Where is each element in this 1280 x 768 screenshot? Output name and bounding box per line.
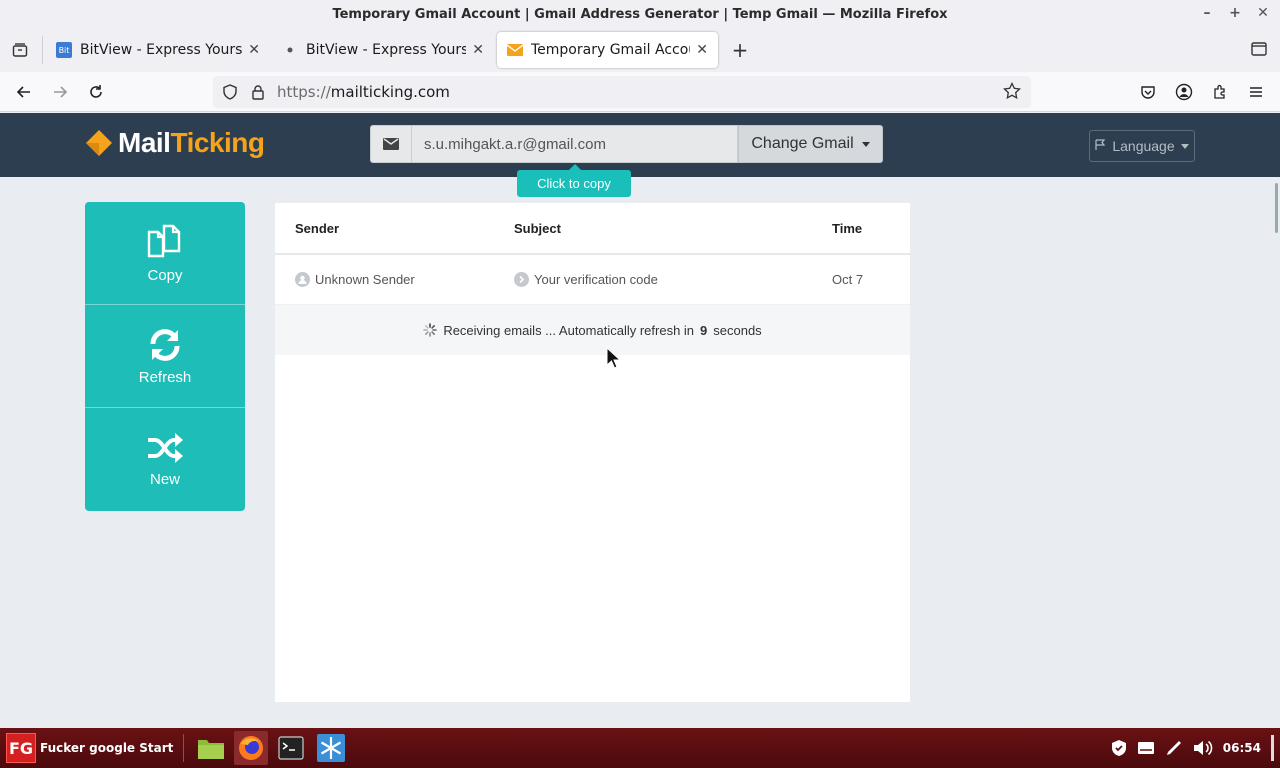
tab-label: Temporary Gmail Accoun bbox=[531, 42, 691, 58]
back-arrow-icon[interactable] bbox=[12, 80, 36, 104]
new-label: New bbox=[149, 471, 180, 488]
extensions-icon[interactable] bbox=[1208, 80, 1232, 104]
refresh-icon bbox=[150, 328, 180, 361]
url-host: mailticking.com bbox=[330, 83, 450, 101]
copy-label: Copy bbox=[147, 266, 183, 284]
shield-tray-icon[interactable] bbox=[1111, 739, 1127, 757]
tab-close-icon[interactable]: ✕ bbox=[248, 42, 260, 58]
column-header-time: Time bbox=[832, 221, 863, 236]
email-subject: Your verification code bbox=[534, 272, 658, 287]
volume-icon[interactable] bbox=[1193, 740, 1213, 756]
forward-arrow-icon[interactable] bbox=[48, 80, 72, 104]
keyboard-tray-icon[interactable] bbox=[1137, 741, 1155, 755]
firefox-icon[interactable] bbox=[234, 731, 269, 765]
tab-label: BitView - Express Yoursel bbox=[306, 42, 467, 58]
refresh-countdown: 9 bbox=[700, 322, 708, 338]
action-sidebar: Copy Refresh New bbox=[85, 202, 245, 511]
maximize-icon[interactable]: + bbox=[1226, 4, 1244, 22]
status-text-suffix: seconds bbox=[713, 322, 762, 338]
url-text[interactable]: https://mailticking.com bbox=[277, 83, 450, 101]
pocket-icon[interactable] bbox=[1136, 80, 1160, 104]
envelope-favicon-icon bbox=[507, 42, 523, 58]
web-page: MailTicking Change Gmail Language Click … bbox=[0, 113, 1280, 728]
flag-icon bbox=[1095, 138, 1106, 154]
chevron-down-icon bbox=[861, 141, 870, 147]
refresh-button[interactable]: Refresh bbox=[85, 305, 245, 408]
user-icon bbox=[295, 272, 310, 287]
chevron-right-icon bbox=[514, 272, 529, 287]
table-header: Sender Subject Time bbox=[275, 203, 910, 255]
start-label: Fucker google Start bbox=[40, 741, 174, 755]
pen-tray-icon[interactable] bbox=[1165, 739, 1183, 757]
account-icon[interactable] bbox=[1172, 80, 1196, 104]
menu-icon[interactable] bbox=[1244, 80, 1268, 104]
click-to-copy-tooltip: Click to copy bbox=[517, 164, 631, 197]
language-dropdown[interactable]: Language bbox=[1089, 130, 1195, 162]
status-text-prefix: Receiving emails ... Automatically refre… bbox=[443, 322, 695, 338]
start-button[interactable]: FG Fucker google Start bbox=[6, 733, 173, 763]
lock-icon[interactable] bbox=[249, 83, 267, 101]
taskbar: FG Fucker google Start 06:54 bbox=[0, 728, 1280, 768]
table-row[interactable]: Unknown Sender Your verification code Oc… bbox=[275, 255, 910, 305]
bitview-favicon-icon: Bit bbox=[56, 42, 72, 58]
window-titlebar: Temporary Gmail Account | Gmail Address … bbox=[0, 0, 1280, 28]
window-title: Temporary Gmail Account | Gmail Address … bbox=[332, 6, 948, 22]
close-icon[interactable]: ✕ bbox=[1254, 4, 1272, 22]
chevron-down-icon bbox=[1180, 143, 1189, 149]
tab-strip: Bit BitView - Express Yoursel ✕ BitView … bbox=[0, 28, 1280, 72]
clock[interactable]: 06:54 bbox=[1223, 741, 1261, 755]
tab-bitview-1[interactable]: Bit BitView - Express Yoursel ✕ bbox=[46, 32, 270, 68]
site-header: MailTicking Change Gmail Language bbox=[0, 113, 1280, 177]
snowflake-app-icon[interactable] bbox=[314, 731, 348, 765]
column-header-subject: Subject bbox=[514, 221, 561, 236]
auto-refresh-status: Receiving emails ... Automatically refre… bbox=[275, 305, 910, 355]
reload-icon[interactable] bbox=[84, 80, 108, 104]
refresh-label: Refresh bbox=[138, 368, 192, 386]
email-address-field[interactable] bbox=[412, 125, 738, 163]
email-sender: Unknown Sender bbox=[315, 272, 415, 287]
spinner-icon bbox=[423, 323, 438, 337]
language-label: Language bbox=[1112, 138, 1175, 154]
logo-diamond-icon bbox=[86, 130, 112, 156]
file-manager-icon[interactable] bbox=[194, 731, 228, 765]
change-gmail-label: Change Gmail bbox=[751, 135, 854, 152]
mailticking-logo[interactable]: MailTicking bbox=[84, 127, 265, 159]
shield-icon[interactable] bbox=[221, 83, 239, 101]
tab-dot-icon bbox=[282, 42, 298, 58]
inbox-table: Sender Subject Time Unknown Sender Your … bbox=[275, 203, 910, 702]
bookmark-star-icon[interactable] bbox=[1003, 81, 1023, 102]
page-scrollbar[interactable] bbox=[1275, 183, 1278, 233]
new-tab-icon[interactable]: + bbox=[728, 38, 752, 62]
envelope-icon bbox=[370, 125, 412, 163]
logo-text-ticking: Ticking bbox=[170, 127, 265, 158]
tab-list-icon[interactable] bbox=[8, 38, 32, 62]
copy-button[interactable]: Copy bbox=[85, 202, 245, 305]
tab-temporary-gmail[interactable]: Temporary Gmail Accoun ✕ bbox=[497, 32, 718, 68]
window-controls: – + ✕ bbox=[1198, 4, 1272, 22]
minimize-icon[interactable]: – bbox=[1198, 4, 1216, 22]
change-gmail-button[interactable]: Change Gmail bbox=[738, 125, 883, 163]
column-header-sender: Sender bbox=[295, 221, 340, 236]
email-time: Oct 7 bbox=[832, 272, 864, 287]
system-tray: 06:54 bbox=[1111, 728, 1274, 768]
copy-icon bbox=[147, 224, 181, 257]
tab-separator bbox=[42, 36, 43, 64]
url-bar[interactable]: https://mailticking.com bbox=[213, 76, 1031, 108]
tab-bitview-2[interactable]: BitView - Express Yoursel ✕ bbox=[272, 32, 494, 68]
url-protocol: https:// bbox=[277, 83, 331, 101]
show-desktop-button[interactable] bbox=[1271, 735, 1274, 761]
taskbar-separator bbox=[183, 734, 185, 762]
tab-label: BitView - Express Yoursel bbox=[80, 42, 243, 58]
start-logo-icon: FG bbox=[6, 733, 36, 763]
new-button[interactable]: New bbox=[85, 408, 245, 511]
email-input-group: Change Gmail bbox=[370, 125, 883, 163]
navigation-toolbar: https://mailticking.com bbox=[0, 72, 1280, 112]
logo-text-mail: Mail bbox=[118, 127, 171, 158]
tab-close-icon[interactable]: ✕ bbox=[472, 42, 484, 58]
terminal-icon[interactable] bbox=[274, 731, 308, 765]
tab-close-icon[interactable]: ✕ bbox=[696, 42, 708, 58]
shuffle-icon bbox=[148, 433, 183, 463]
firefox-view-icon[interactable] bbox=[1250, 40, 1270, 60]
mouse-cursor-icon bbox=[606, 346, 622, 373]
